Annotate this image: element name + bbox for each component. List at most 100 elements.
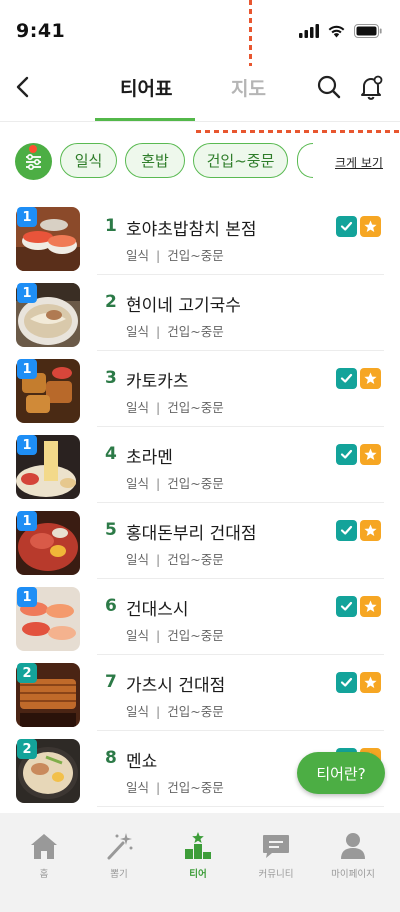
status-time: 9:41 (16, 20, 66, 42)
nav-draw[interactable]: 뽑기 (79, 813, 159, 912)
restaurant-category: 일식 (126, 476, 150, 491)
rank-number: 5 (105, 520, 117, 540)
nav-mypage[interactable]: 마이페이지 (313, 813, 393, 912)
list-item[interactable]: 1 3 카토카츠 일식 | 건입~중문 (0, 349, 400, 427)
tier-badge: 2 (17, 663, 37, 683)
list-item[interactable]: 1 4 초라멘 일식 | 건입~중문 (0, 425, 400, 503)
restaurant-meta: 일식 | 건입~중문 (126, 701, 224, 720)
filter-chip-solo[interactable]: 혼밥 (125, 143, 185, 178)
search-icon[interactable] (316, 74, 342, 100)
rank-number: 8 (105, 748, 117, 768)
status-icons (336, 596, 381, 617)
filter-settings-button[interactable] (15, 143, 52, 180)
status-icons (336, 444, 381, 465)
list-item[interactable]: 1 2 현이네 고기국수 일식 | 건입~중문 (0, 273, 400, 351)
status-icons (336, 368, 381, 389)
annotation-dotted-line-horizontal (196, 130, 400, 133)
list-item[interactable]: 2 7 가츠시 건대점 일식 | 건입~중문 (0, 653, 400, 731)
big-view-link[interactable]: 크게 보기 (335, 154, 383, 171)
star-icon (360, 520, 381, 541)
tier-badge: 1 (17, 587, 37, 607)
check-icon (336, 444, 357, 465)
restaurant-area: 건입~중문 (167, 780, 224, 795)
nav-label: 홈 (39, 869, 49, 880)
podium-icon (185, 832, 211, 859)
restaurant-area: 건입~중문 (167, 324, 224, 339)
row-divider (97, 806, 384, 807)
restaurant-category: 일식 (126, 248, 150, 263)
rank-number: 6 (105, 596, 117, 616)
tier-badge: 2 (17, 739, 37, 759)
rank-number: 7 (105, 672, 117, 692)
filter-bar: 일식 혼밥 건입~중문 크게 보기 (0, 140, 400, 184)
restaurant-area: 건입~중문 (167, 552, 224, 567)
tab-tier-table[interactable]: 티어표 (120, 74, 172, 101)
filter-chip-partial[interactable] (297, 143, 313, 178)
nav-home[interactable]: 홈 (4, 813, 84, 912)
restaurant-area: 건입~중문 (167, 248, 224, 263)
restaurant-name: 멘쇼 (126, 752, 158, 772)
meta-separator: | (156, 552, 161, 567)
home-icon (31, 834, 57, 859)
annotation-dotted-line-vertical (249, 0, 252, 66)
list-item[interactable]: 1 5 홍대돈부리 건대점 일식 | 건입~중문 (0, 501, 400, 579)
meta-separator: | (156, 248, 161, 263)
status-icons (299, 24, 382, 38)
check-icon (336, 672, 357, 693)
filter-chip-area[interactable]: 건입~중문 (193, 143, 288, 178)
restaurant-category: 일식 (126, 400, 150, 415)
what-is-tier-button[interactable]: 티어란? (297, 752, 385, 794)
bottom-navigation: 홈 뽑기 티어 커뮤니티 마이페이지 (0, 813, 400, 912)
notification-bell-icon[interactable] (358, 74, 384, 100)
status-icons (336, 672, 381, 693)
restaurant-meta: 일식 | 건입~중문 (126, 625, 224, 644)
restaurant-meta: 일식 | 건입~중문 (126, 549, 224, 568)
restaurant-category: 일식 (126, 324, 150, 339)
star-icon (360, 216, 381, 237)
restaurant-meta: 일식 | 건입~중문 (126, 321, 224, 340)
meta-separator: | (156, 400, 161, 415)
meta-separator: | (156, 780, 161, 795)
signal-icon (299, 24, 319, 38)
restaurant-area: 건입~중문 (167, 628, 224, 643)
star-icon (360, 444, 381, 465)
tab-map[interactable]: 지도 (231, 74, 266, 101)
tier-badge: 1 (17, 435, 37, 455)
tier-badge: 1 (17, 359, 37, 379)
restaurant-name: 초라멘 (126, 448, 173, 468)
nav-label: 티어 (189, 869, 207, 880)
restaurant-area: 건입~중문 (167, 704, 224, 719)
status-icons (336, 216, 381, 237)
nav-community[interactable]: 커뮤니티 (236, 813, 316, 912)
list-item[interactable]: 1 6 건대스시 일식 | 건입~중문 (0, 577, 400, 655)
list-item[interactable]: 1 1 호야초밥참치 본점 일식 | 건입~중문 (0, 197, 400, 275)
restaurant-name: 건대스시 (126, 600, 189, 620)
star-icon (360, 672, 381, 693)
chat-icon (263, 835, 289, 858)
nav-label: 뽑기 (110, 869, 128, 880)
status-icons (336, 520, 381, 541)
battery-icon (354, 24, 382, 38)
rank-number: 1 (105, 216, 117, 236)
check-icon (336, 368, 357, 389)
rank-number: 2 (105, 292, 117, 312)
restaurant-name: 가츠시 건대점 (126, 676, 226, 696)
check-icon (336, 520, 357, 541)
back-arrow-icon[interactable] (12, 74, 36, 100)
meta-separator: | (156, 324, 161, 339)
magic-wand-icon (107, 833, 133, 860)
restaurant-meta: 일식 | 건입~중문 (126, 397, 224, 416)
check-icon (336, 596, 357, 617)
filter-chip-japanese[interactable]: 일식 (60, 143, 117, 178)
restaurant-area: 건입~중문 (167, 400, 224, 415)
rank-number: 4 (105, 444, 117, 464)
restaurant-area: 건입~중문 (167, 476, 224, 491)
star-icon (360, 596, 381, 617)
restaurant-category: 일식 (126, 552, 150, 567)
rank-number: 3 (105, 368, 117, 388)
nav-tier[interactable]: 티어 (158, 813, 238, 912)
restaurant-name: 홍대돈부리 건대점 (126, 524, 257, 544)
person-icon (341, 833, 365, 859)
tier-badge: 1 (17, 207, 37, 227)
restaurant-meta: 일식 | 건입~중문 (126, 245, 224, 264)
